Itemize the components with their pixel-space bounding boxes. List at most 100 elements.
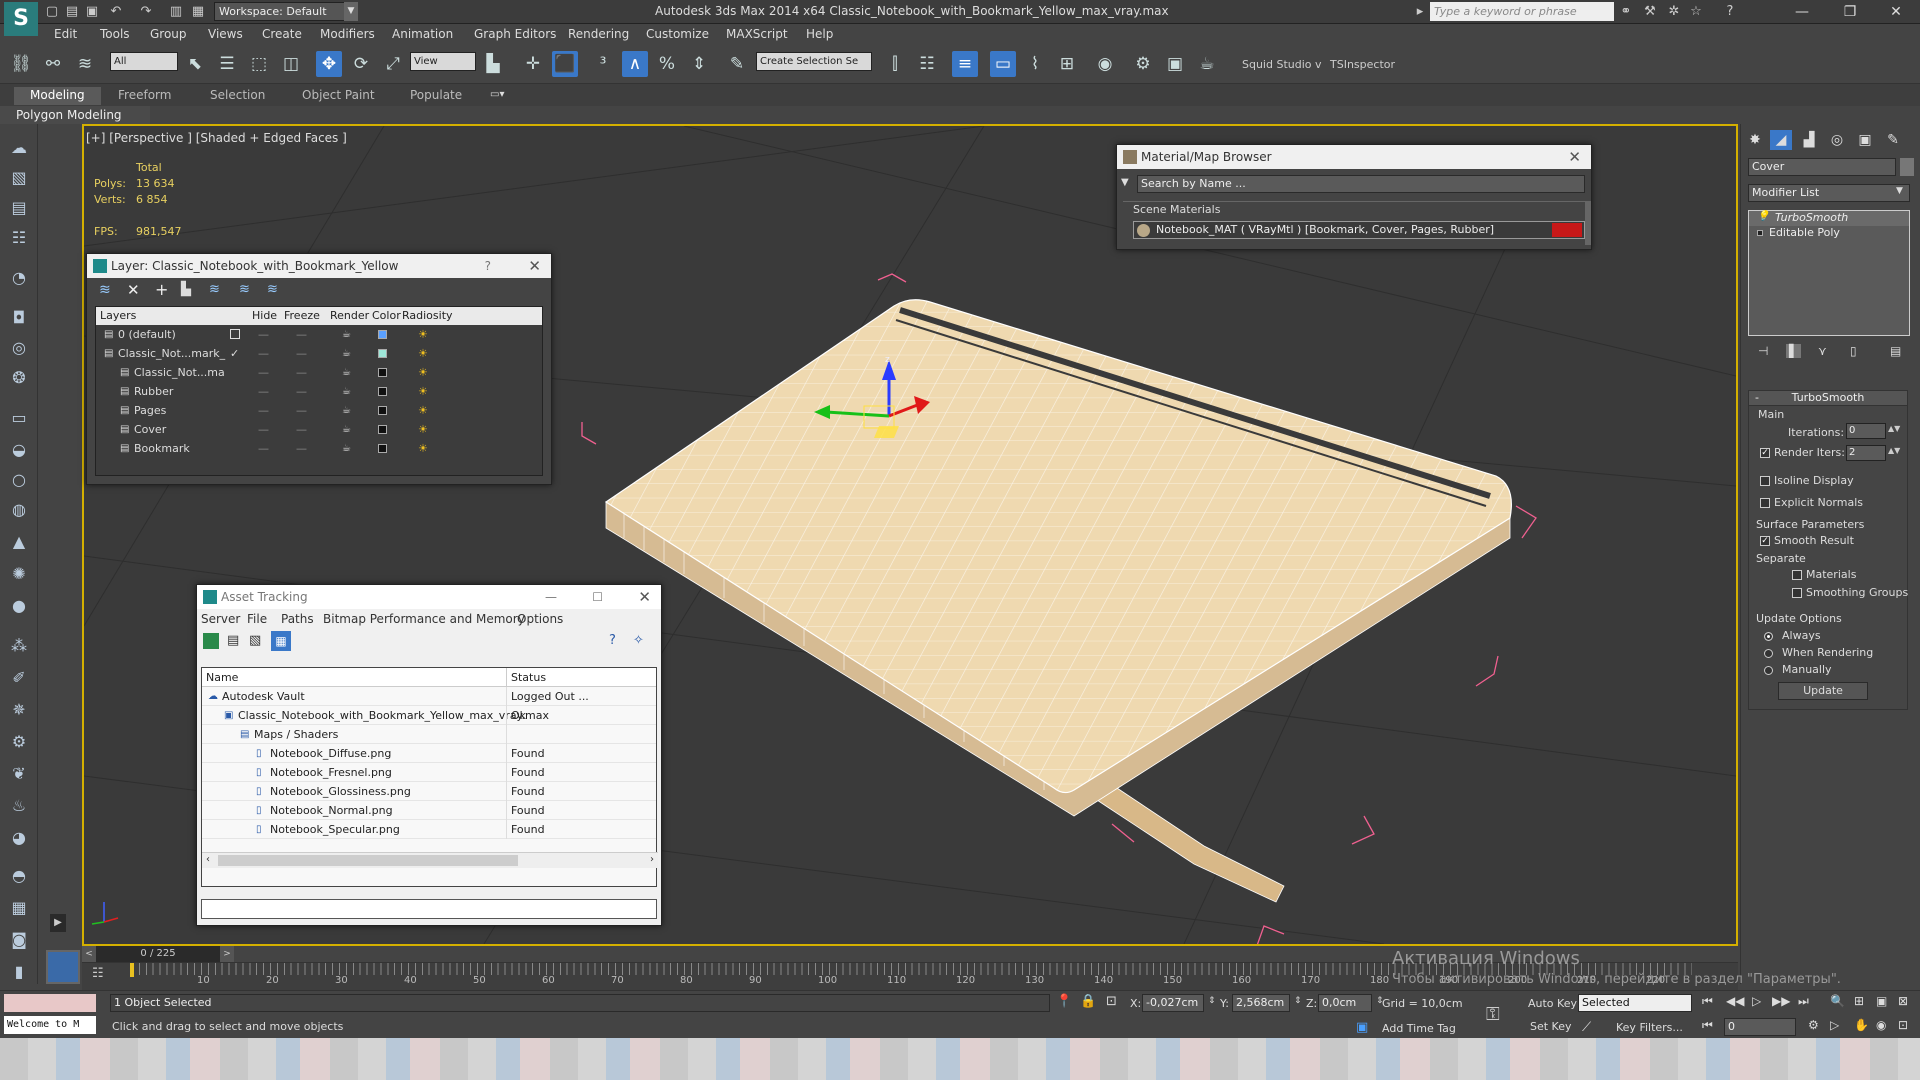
layer-row[interactable]: ▤ Rubber — — ☕ ☀ [96,382,542,401]
play-icon[interactable]: ▷ [1752,994,1761,1008]
zoom-extents-all-icon[interactable]: ⊠ [1898,994,1908,1008]
col-name[interactable]: Name [206,668,238,687]
asset-row[interactable]: ▯ Notebook_Normal.png Found [202,801,656,820]
prev-frame-arrow-icon[interactable]: < [82,946,96,962]
tab-freeform[interactable]: Freeform [102,87,187,105]
close-button[interactable]: ✕ [1876,0,1916,24]
help-icon[interactable]: ? [609,633,616,648]
auto-key-button[interactable]: Auto Key [1528,997,1577,1010]
radiosity-sun-icon[interactable]: ☀ [418,382,428,401]
menu-modifiers[interactable]: Modifiers [320,27,375,41]
render-production-icon[interactable]: ☕ [1194,51,1220,77]
tab-object-paint[interactable]: Object Paint [286,87,391,105]
set-key-button[interactable]: Set Key [1530,1020,1572,1033]
hide-all-layers-icon[interactable]: ≋ [239,282,250,297]
current-frame-field[interactable]: 0 [1724,1018,1796,1036]
material-browser-titlebar[interactable]: Material/Map Browser ✕ [1117,145,1591,169]
named-selection-set-dropdown[interactable]: Create Selection Se [756,52,872,71]
scene-materials-header[interactable]: Scene Materials [1123,201,1585,217]
pin-stack-icon[interactable]: ⊣ [1758,344,1768,358]
go-to-start-icon[interactable]: ⏮ [1702,994,1713,1009]
layer-name[interactable]: Rubber [134,382,173,401]
communication-icon[interactable]: ✲ [1666,4,1682,20]
restore-button[interactable]: ❐ [1830,0,1870,24]
table-view-icon[interactable]: ▦ [271,631,291,651]
help-search-input[interactable]: Type a keyword or phrase [1430,2,1614,21]
isolate-selection-icon[interactable]: 📍 [1056,994,1072,1009]
tab-populate[interactable]: Populate [394,87,478,105]
hide-toggle[interactable]: — [258,382,269,401]
freeze-toggle[interactable]: — [296,439,307,458]
fetch-icon[interactable]: ▦ [190,4,206,20]
material-list-item[interactable]: Notebook_MAT ( VRayMtl ) [Bookmark, Cove… [1133,221,1585,239]
zoom-icon[interactable]: 🔍 [1830,994,1845,1008]
select-by-name-icon[interactable]: ☰ [214,51,240,77]
col-layers[interactable]: Layers [100,307,136,325]
asset-row[interactable]: ▯ Notebook_Glossiness.png Found [202,782,656,801]
tab-modeling[interactable]: Modeling [14,87,101,105]
next-frame-arrow-icon[interactable]: > [220,946,234,962]
helper-icon[interactable]: ◎ [6,336,32,360]
orb-icon[interactable]: ● [6,594,32,618]
teapot-render-icon[interactable]: ☕ [342,439,351,458]
close-icon[interactable]: ✕ [638,585,651,609]
hide-toggle[interactable]: — [258,325,269,344]
freeze-toggle[interactable]: — [296,325,307,344]
layer-name[interactable]: Cover [134,420,166,439]
cone-icon[interactable]: ▲ [6,530,32,554]
render-iters-spinner[interactable]: 2 [1846,445,1886,461]
col-radiosity[interactable]: Radiosity [402,307,453,325]
options-arrow-icon[interactable]: ▼ [1121,177,1129,188]
stack-item-turbosmooth[interactable]: 💡 TurboSmooth [1749,211,1909,226]
motion-tab-icon[interactable]: ◎ [1826,130,1848,150]
stack-item-editable-poly[interactable]: Editable Poly [1749,226,1909,241]
active-layer-check-icon[interactable]: ✓ [230,344,239,363]
layer-color-swatch[interactable] [378,330,387,339]
asset-row[interactable]: ☁ Autodesk Vault Logged Out ... [202,687,656,706]
layer-row[interactable]: ▤ Classic_Not...mark_ — — ☕ ☀ ✓ [96,344,542,363]
update-always-radio[interactable] [1764,632,1773,641]
freeze-toggle[interactable]: — [296,401,307,420]
layer-row[interactable]: ▤ Classic_Not...ma — — ☕ ☀ [96,363,542,382]
key-tangent-icon[interactable]: ⟋ [1582,1020,1591,1035]
mini-curve-editor-toggle[interactable] [46,950,80,984]
ribbon-options-icon[interactable]: ▭▾ [490,89,510,103]
select-scale-icon[interactable]: ⤢ [380,51,406,77]
maxscript-mini-listener[interactable]: Welcome to M [4,1016,96,1034]
object-name-field[interactable]: Cover [1748,158,1896,176]
image-icon[interactable]: ▧ [6,166,32,190]
close-icon[interactable]: ✕ [1568,145,1581,169]
camera-icon[interactable]: ◘ [6,306,32,330]
dome-icon[interactable]: ◒ [6,438,32,462]
ribbon-toggle-icon[interactable]: ▭ [990,51,1016,77]
remove-modifier-icon[interactable]: ▯ [1850,344,1857,358]
menu-file[interactable]: File [247,612,267,626]
globe-icon[interactable]: ◓ [6,864,32,888]
maximize-button[interactable]: ☐ [592,585,603,609]
paint-icon[interactable]: ✐ [6,666,32,690]
hold-icon[interactable]: ▥ [168,4,184,20]
time-slider[interactable]: 0 / 225 [96,946,220,962]
separate-materials-checkbox[interactable] [1792,570,1802,580]
asset-row[interactable]: ▯ Notebook_Specular.png Found [202,820,656,839]
spinner-snap-icon[interactable]: ⇕ [686,51,712,77]
hide-toggle[interactable]: — [258,401,269,420]
chevron-right-icon[interactable]: ▸ [1412,4,1428,20]
snaps-toggle-icon[interactable]: ³ [590,51,616,77]
teapot-render-icon[interactable]: ☕ [342,420,351,439]
box-icon[interactable]: ▭ [6,406,32,430]
workspace-dropdown[interactable]: Workspace: Default [214,2,358,21]
edit-named-selection-icon[interactable]: ✎ [724,51,750,77]
modify-tab-icon[interactable]: ◢ [1770,130,1792,150]
update-button[interactable]: Update [1778,682,1868,700]
asset-name[interactable]: Notebook_Glossiness.png [270,782,411,801]
chevron-down-icon[interactable]: ▼ [1896,186,1903,196]
layer-name[interactable]: Pages [134,401,166,420]
curve-editor-icon[interactable]: ⌇ [1022,51,1048,77]
explicit-normals-checkbox[interactable] [1760,498,1770,508]
render-setup-icon[interactable]: ⚙ [1130,51,1156,77]
ring-icon[interactable]: ◍ [6,498,32,522]
teapot-render-icon[interactable]: ☕ [342,382,351,401]
help-button[interactable]: ? [485,254,491,278]
key-selection-dropdown[interactable]: Selected [1578,994,1692,1012]
